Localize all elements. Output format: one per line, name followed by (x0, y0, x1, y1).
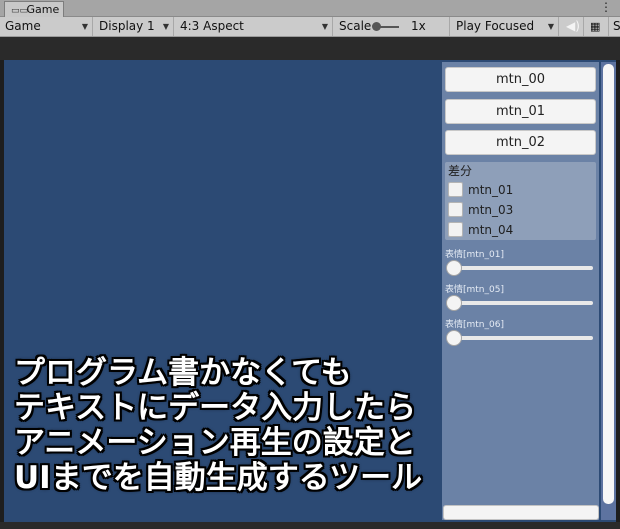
expression-slider-label-mtn-06: 表情[mtn_06] (445, 320, 504, 330)
caption-line-4: UIまでを自動生成するツール (14, 460, 423, 496)
diff-title: 差分 (448, 164, 473, 178)
play-mode-dropdown[interactable]: Play Focused ▼ (451, 17, 559, 36)
game-view-toolbar: Game ▼ Display 1 ▼ 4:3 Aspect ▼ Scale 1x… (0, 17, 620, 37)
game-tab[interactable]: ▭▭ Game (4, 1, 64, 17)
scrollbar-thumb[interactable] (603, 64, 614, 504)
stats-button[interactable]: S (610, 17, 620, 36)
diff-toggle-group: 差分 mtn_01 mtn_03 mtn_04 (445, 162, 596, 240)
viewport-margin (0, 37, 620, 60)
scale-label: Scale (339, 19, 372, 33)
game-tab-label: Game (26, 3, 60, 16)
expression-slider-track-mtn-05[interactable] (453, 301, 593, 305)
checkbox-label: mtn_01 (468, 183, 514, 197)
expression-slider-track-mtn-06[interactable] (453, 336, 593, 340)
scale-value: 1x (411, 19, 426, 33)
expression-slider-track-mtn-01[interactable] (453, 266, 593, 270)
checkbox-label: mtn_03 (468, 203, 514, 217)
keyboard-icon[interactable]: ▦ (585, 17, 609, 36)
editor-tab-strip: ▭▭ Game ⋮ (0, 0, 620, 17)
motion-control-panel: mtn_00 mtn_01 mtn_02 差分 mtn_01 mtn_03 mt… (442, 62, 599, 520)
panel-scrollbar[interactable] (601, 62, 616, 520)
game-viewport[interactable]: mtn_00 mtn_01 mtn_02 差分 mtn_01 mtn_03 mt… (4, 60, 616, 522)
expression-slider-label-mtn-01: 表情[mtn_01] (445, 250, 504, 260)
stats-label: S (613, 19, 620, 33)
chevron-down-icon: ▼ (321, 22, 328, 31)
play-mode-value: Play Focused (456, 19, 535, 33)
scale-slider-handle[interactable] (372, 22, 381, 31)
expression-slider-handle-mtn-05[interactable] (446, 295, 462, 311)
chevron-down-icon: ▼ (81, 22, 88, 31)
bottom-margin (0, 522, 620, 529)
aspect-dropdown-value: 4:3 Aspect (180, 19, 244, 33)
display-dropdown-value: Display 1 (99, 19, 155, 33)
checkbox[interactable] (448, 202, 463, 217)
caption-line-3: アニメーション再生の設定と (14, 425, 416, 461)
caption-line-2: テキストにデータ入力したら (14, 390, 417, 426)
mode-dropdown[interactable]: Game ▼ (0, 17, 93, 36)
chevron-down-icon: ▼ (162, 22, 169, 31)
expression-slider-label-mtn-05: 表情[mtn_05] (445, 285, 504, 295)
mode-dropdown-value: Game (5, 19, 41, 33)
caption-line-1: プログラム書かなくても (14, 355, 352, 391)
checkbox[interactable] (448, 222, 463, 237)
kebab-menu-icon[interactable]: ⋮ (600, 0, 612, 15)
bottom-panel-field[interactable] (443, 505, 599, 520)
aspect-dropdown[interactable]: 4:3 Aspect ▼ (175, 17, 333, 36)
display-dropdown[interactable]: Display 1 ▼ (94, 17, 174, 36)
checkbox-label: mtn_04 (468, 223, 514, 237)
chevron-down-icon: ▼ (547, 22, 554, 31)
mtn-02-button[interactable]: mtn_02 (445, 130, 596, 155)
speaker-icon[interactable]: ◀) (560, 17, 584, 36)
mtn-01-button[interactable]: mtn_01 (445, 99, 596, 124)
overlay-caption: プログラム書かなくても テキストにデータ入力したら アニメーション再生の設定と … (14, 356, 444, 496)
expression-slider-handle-mtn-01[interactable] (446, 260, 462, 276)
scale-control: Scale 1x (334, 17, 450, 36)
checkbox[interactable] (448, 182, 463, 197)
mtn-00-button[interactable]: mtn_00 (445, 67, 596, 92)
expression-slider-handle-mtn-06[interactable] (446, 330, 462, 346)
